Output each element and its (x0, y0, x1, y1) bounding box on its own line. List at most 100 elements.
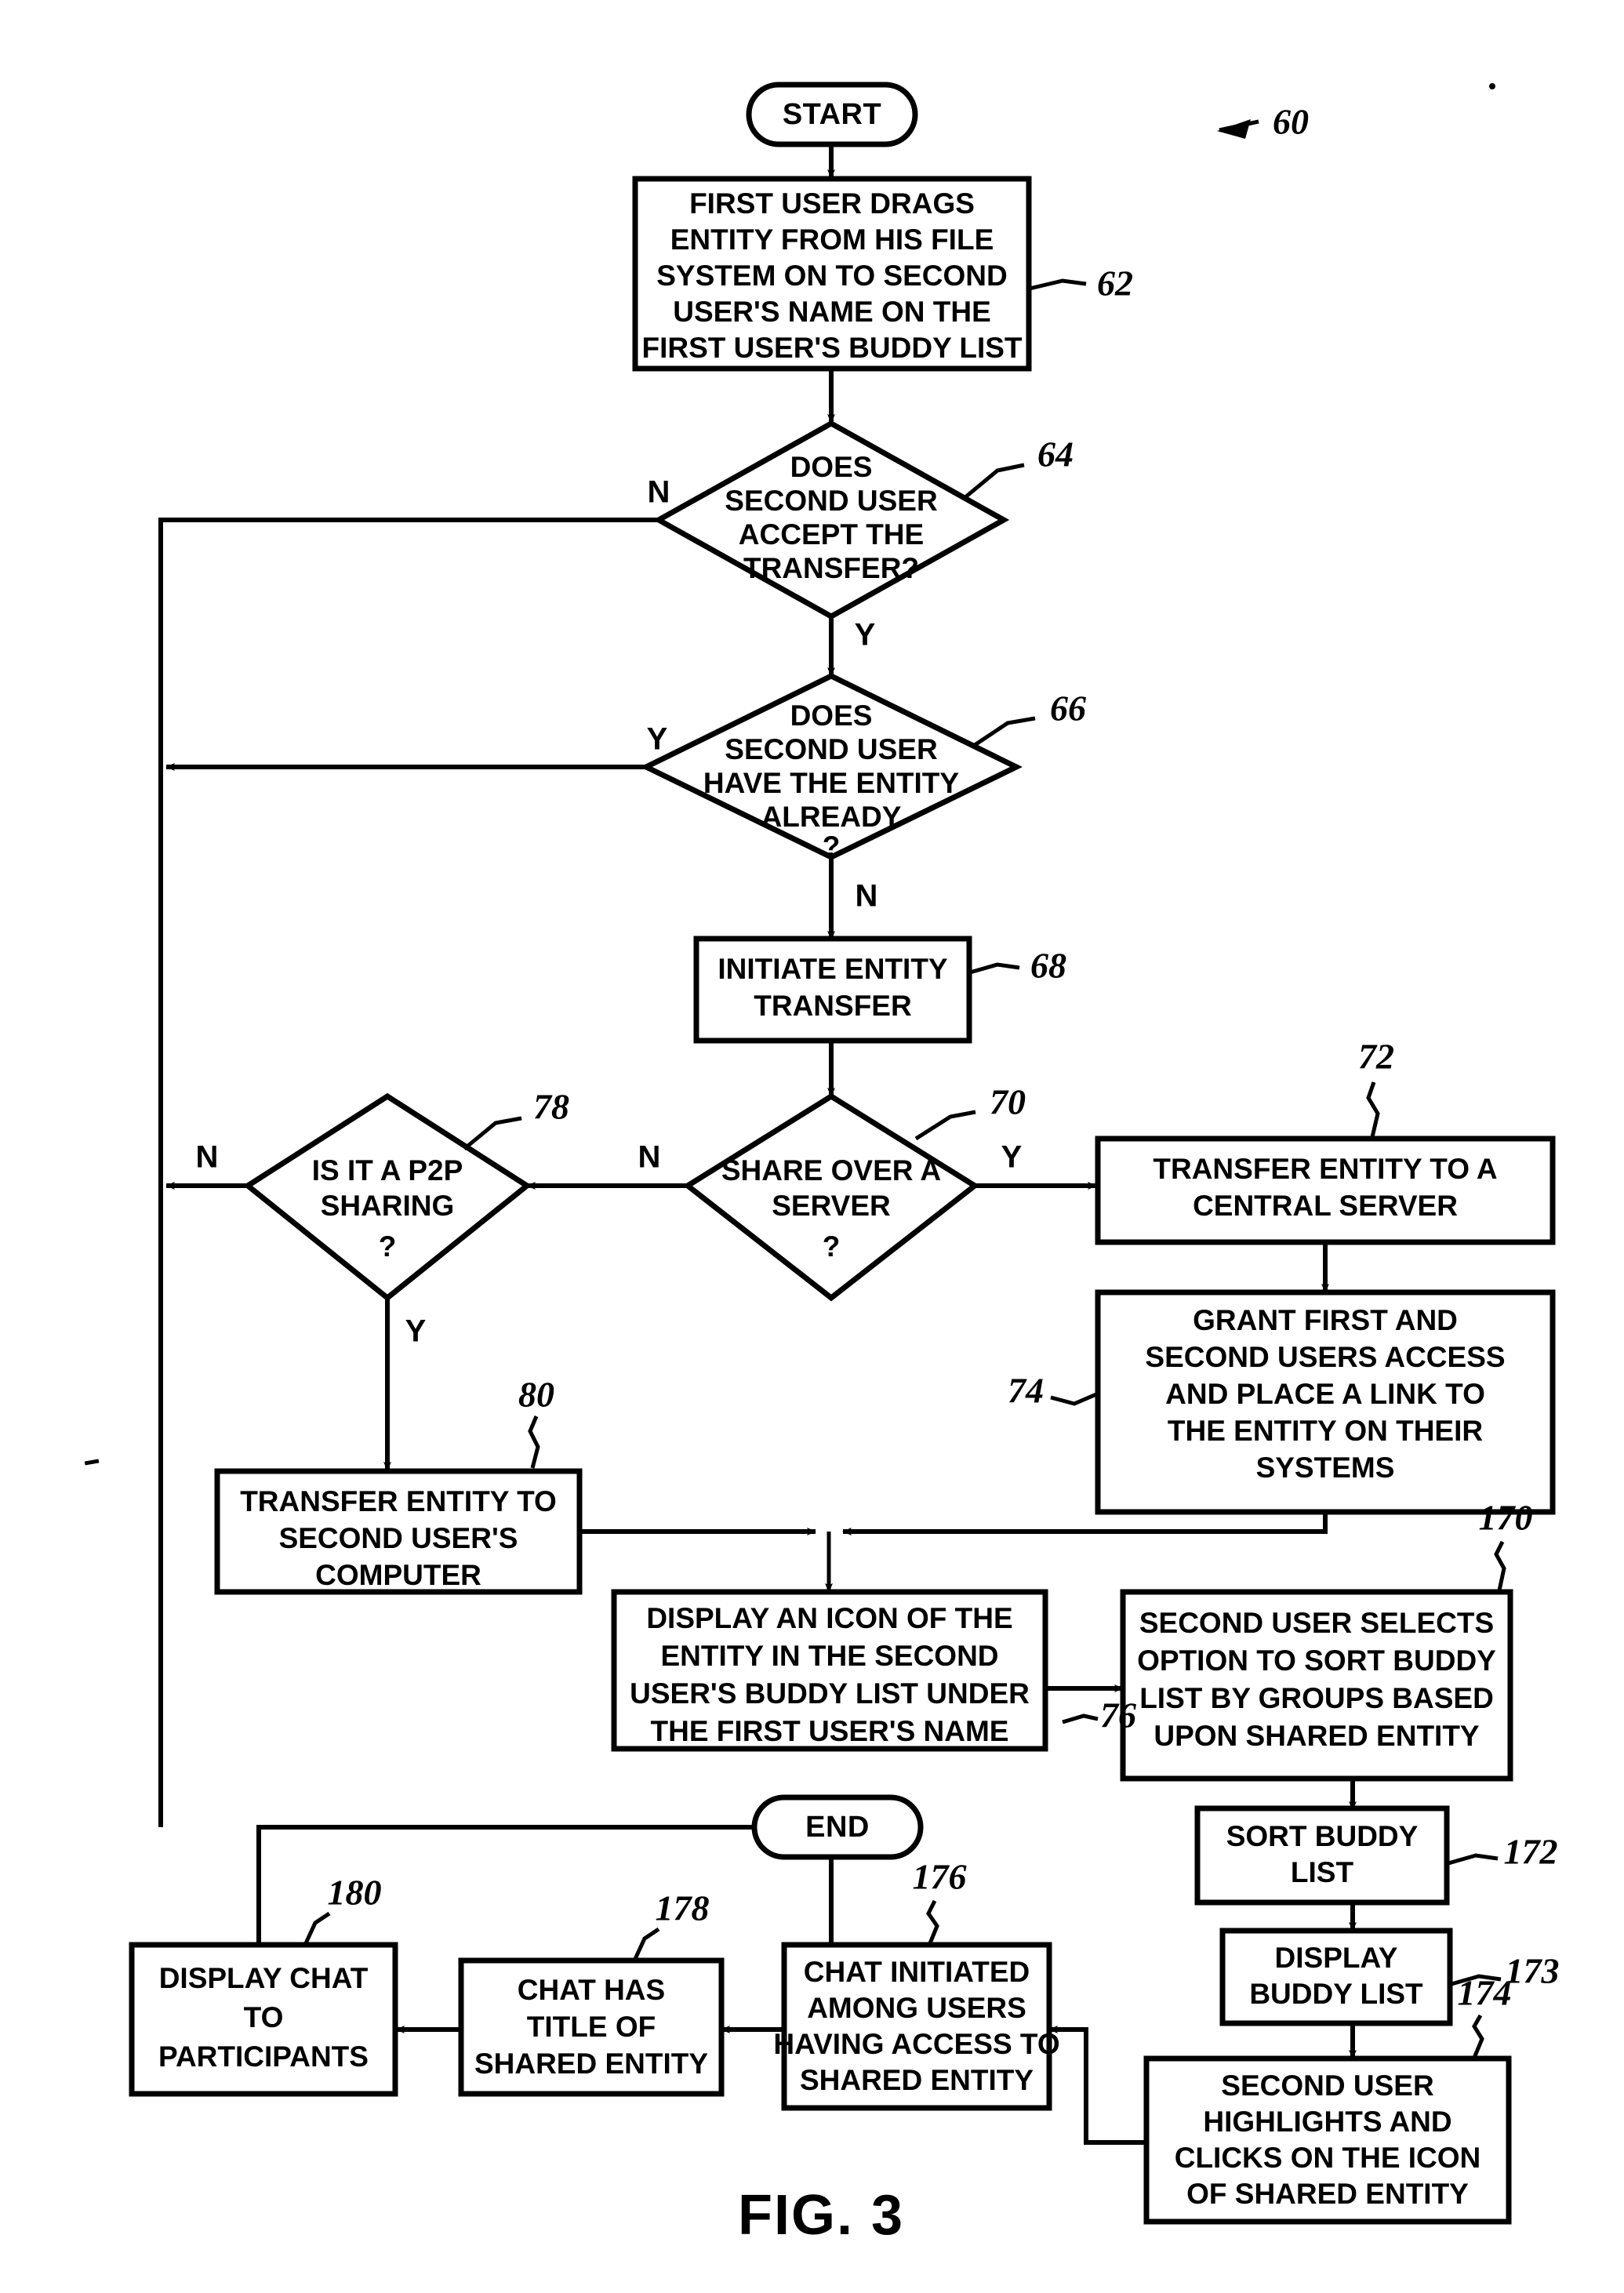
leader-172 (1448, 1853, 1499, 1866)
ref-numeral-64: 64 (1037, 434, 1074, 474)
node-176: CHAT INITIATED AMONG USERS HAVING ACCESS… (773, 1942, 1060, 2111)
box-170-line-1: OPTION TO SORT BUDDY (1137, 1644, 1496, 1677)
box-170-line-2: LIST BY GROUPS BASED (1139, 1682, 1494, 1714)
node-72: TRANSFER ENTITY TO A CENTRAL SERVER (1095, 1136, 1556, 1245)
leader-176 (926, 1899, 939, 1944)
box-180-line-1: TO (244, 2001, 284, 2033)
box-68-line-0: INITIATE ENTITY (718, 953, 948, 985)
box-76-line-0: DISPLAY AN ICON OF THE (646, 1602, 1012, 1634)
box-172-line-0: SORT BUDDY (1226, 1820, 1419, 1852)
branch-label-64-yes: Y (855, 618, 876, 652)
diamond-70-line-0: SHARE OVER A (721, 1154, 941, 1186)
branch-label-66-yes: Y (647, 722, 668, 757)
box-72-line-0: TRANSFER ENTITY TO A (1153, 1153, 1497, 1185)
node-64: DOES SECOND USER ACCEPT THE TRANSFER? (652, 420, 1010, 620)
box-62-line-2: SYSTEM ON TO SECOND (656, 260, 1008, 292)
node-78: IS IT A P2P SHARING ? (243, 1092, 532, 1302)
scan-speck-left (84, 1459, 100, 1466)
box-180-line-2: PARTICIPANTS (158, 2040, 369, 2073)
box-173-line-1: BUDDY LIST (1249, 1978, 1423, 2010)
diamond-64-line-0: DOES (790, 451, 873, 483)
ref-numeral-68: 68 (1030, 946, 1066, 986)
box-80-line-1: SECOND USER'S (279, 1522, 518, 1554)
node-62: FIRST USER DRAGS ENTITY FROM HIS FILE SY… (632, 176, 1032, 372)
ref-numeral-66: 66 (1050, 689, 1086, 729)
box-74-line-3: THE ENTITY ON THEIR (1168, 1415, 1483, 1447)
box-178-line-0: CHAT HAS (518, 1974, 665, 2006)
node-76: DISPLAY AN ICON OF THE ENTITY IN THE SEC… (611, 1589, 1048, 1752)
branch-label-64-no: N (648, 475, 670, 510)
node-66: DOES SECOND USER HAVE THE ENTITY ALREADY… (640, 673, 1023, 863)
diamond-64-line-3: TRANSFER? (743, 552, 919, 584)
node-174: SECOND USER HIGHLIGHTS AND CLICKS ON THE… (1143, 2055, 1512, 2225)
box-74-line-0: GRANT FIRST AND (1193, 1304, 1458, 1336)
box-72-line-1: CENTRAL SERVER (1193, 1190, 1458, 1222)
ref-numeral-176: 176 (913, 1857, 967, 1897)
leader-62 (1029, 278, 1087, 291)
scan-speck-top (1489, 83, 1495, 89)
box-172-line-1: LIST (1291, 1856, 1354, 1888)
box-176-line-3: SHARED ENTITY (800, 2064, 1034, 2096)
box-62-line-1: ENTITY FROM HIS FILE (670, 223, 994, 256)
ref-numeral-172: 172 (1504, 1832, 1558, 1872)
box-174-line-0: SECOND USER (1221, 2070, 1433, 2102)
leader-74 (1050, 1392, 1097, 1406)
node-68: INITIATE ENTITY TRANSFER (693, 936, 972, 1044)
ref-numeral-60: 60 (1273, 102, 1309, 142)
ref-numeral-78: 78 (533, 1087, 569, 1127)
leader-72 (1366, 1081, 1380, 1138)
leader-68 (969, 962, 1020, 975)
leader-178 (633, 1927, 660, 1960)
box-62-line-0: FIRST USER DRAGS (689, 187, 975, 220)
box-176-line-1: AMONG USERS (807, 1992, 1026, 2024)
ref-numeral-74: 74 (1008, 1371, 1044, 1411)
diamond-66-line-3: ALREADY (761, 801, 902, 833)
box-76-line-3: THE FIRST USER'S NAME (651, 1715, 1009, 1747)
diamond-64-line-1: SECOND USER (725, 485, 937, 517)
end-label: END (805, 1811, 870, 1844)
box-80-line-0: TRANSFER ENTITY TO (240, 1485, 557, 1517)
node-170: SECOND USER SELECTS OPTION TO SORT BUDDY… (1120, 1589, 1513, 1782)
branch-label-78-yes: Y (405, 1314, 427, 1349)
figure-caption: FIG. 3 (738, 2184, 904, 2247)
node-end: END (751, 1794, 924, 1860)
diamond-66-line-0: DOES (790, 700, 873, 732)
branch-label-70-no: N (638, 1140, 661, 1175)
leader-76 (1062, 1713, 1099, 1724)
branch-label-66-no: N (856, 879, 878, 914)
node-start: START (746, 82, 918, 147)
ref-numeral-173: 173 (1506, 1951, 1560, 1991)
figure-page: START FIRST USER DRAGS ENTITY FROM HIS F… (0, 0, 1624, 2293)
box-170-line-0: SECOND USER SELECTS (1139, 1607, 1494, 1639)
leader-170 (1494, 1540, 1506, 1591)
box-76-line-1: ENTITY IN THE SECOND (660, 1640, 998, 1672)
diamond-78-line-2: ? (379, 1230, 397, 1263)
node-180: DISPLAY CHAT TO PARTICIPANTS (129, 1942, 398, 2097)
edge-74-to-merge (842, 1512, 1328, 1535)
diamond-66-line-1: SECOND USER (725, 733, 937, 765)
diamond-66-line-2: HAVE THE ENTITY (703, 767, 959, 799)
box-170-line-3: UPON SHARED ENTITY (1154, 1720, 1480, 1752)
start-label: START (783, 98, 881, 131)
diamond-78-line-0: IS IT A P2P (312, 1154, 463, 1186)
leader-174 (1472, 2014, 1484, 2059)
leader-66 (973, 716, 1036, 747)
box-178-line-2: SHARED ENTITY (474, 2048, 708, 2080)
node-178: CHAT HAS TITLE OF SHARED ENTITY (458, 1957, 725, 2097)
box-174-line-3: OF SHARED ENTITY (1186, 2178, 1469, 2210)
diamond-64-line-2: ACCEPT THE (739, 518, 924, 551)
leader-78 (463, 1116, 522, 1150)
diamond-70-line-1: SERVER (772, 1190, 891, 1222)
box-62-line-3: USER'S NAME ON THE (673, 296, 991, 328)
ref-numeral-174: 174 (1458, 1973, 1512, 2013)
ref-numeral-76: 76 (1100, 1695, 1136, 1735)
box-173-line-0: DISPLAY (1275, 1942, 1398, 1974)
box-174-line-1: HIGHLIGHTS AND (1203, 2106, 1451, 2138)
box-180-line-0: DISPLAY CHAT (159, 1962, 369, 1994)
node-172: SORT BUDDY LIST (1194, 1805, 1450, 1906)
ref-numeral-70: 70 (990, 1082, 1026, 1122)
diamond-66-line-4: ? (823, 830, 841, 863)
leader-80 (528, 1415, 540, 1469)
branch-label-70-yes: Y (1001, 1140, 1023, 1175)
box-76-line-2: USER'S BUDDY LIST UNDER (630, 1677, 1030, 1710)
